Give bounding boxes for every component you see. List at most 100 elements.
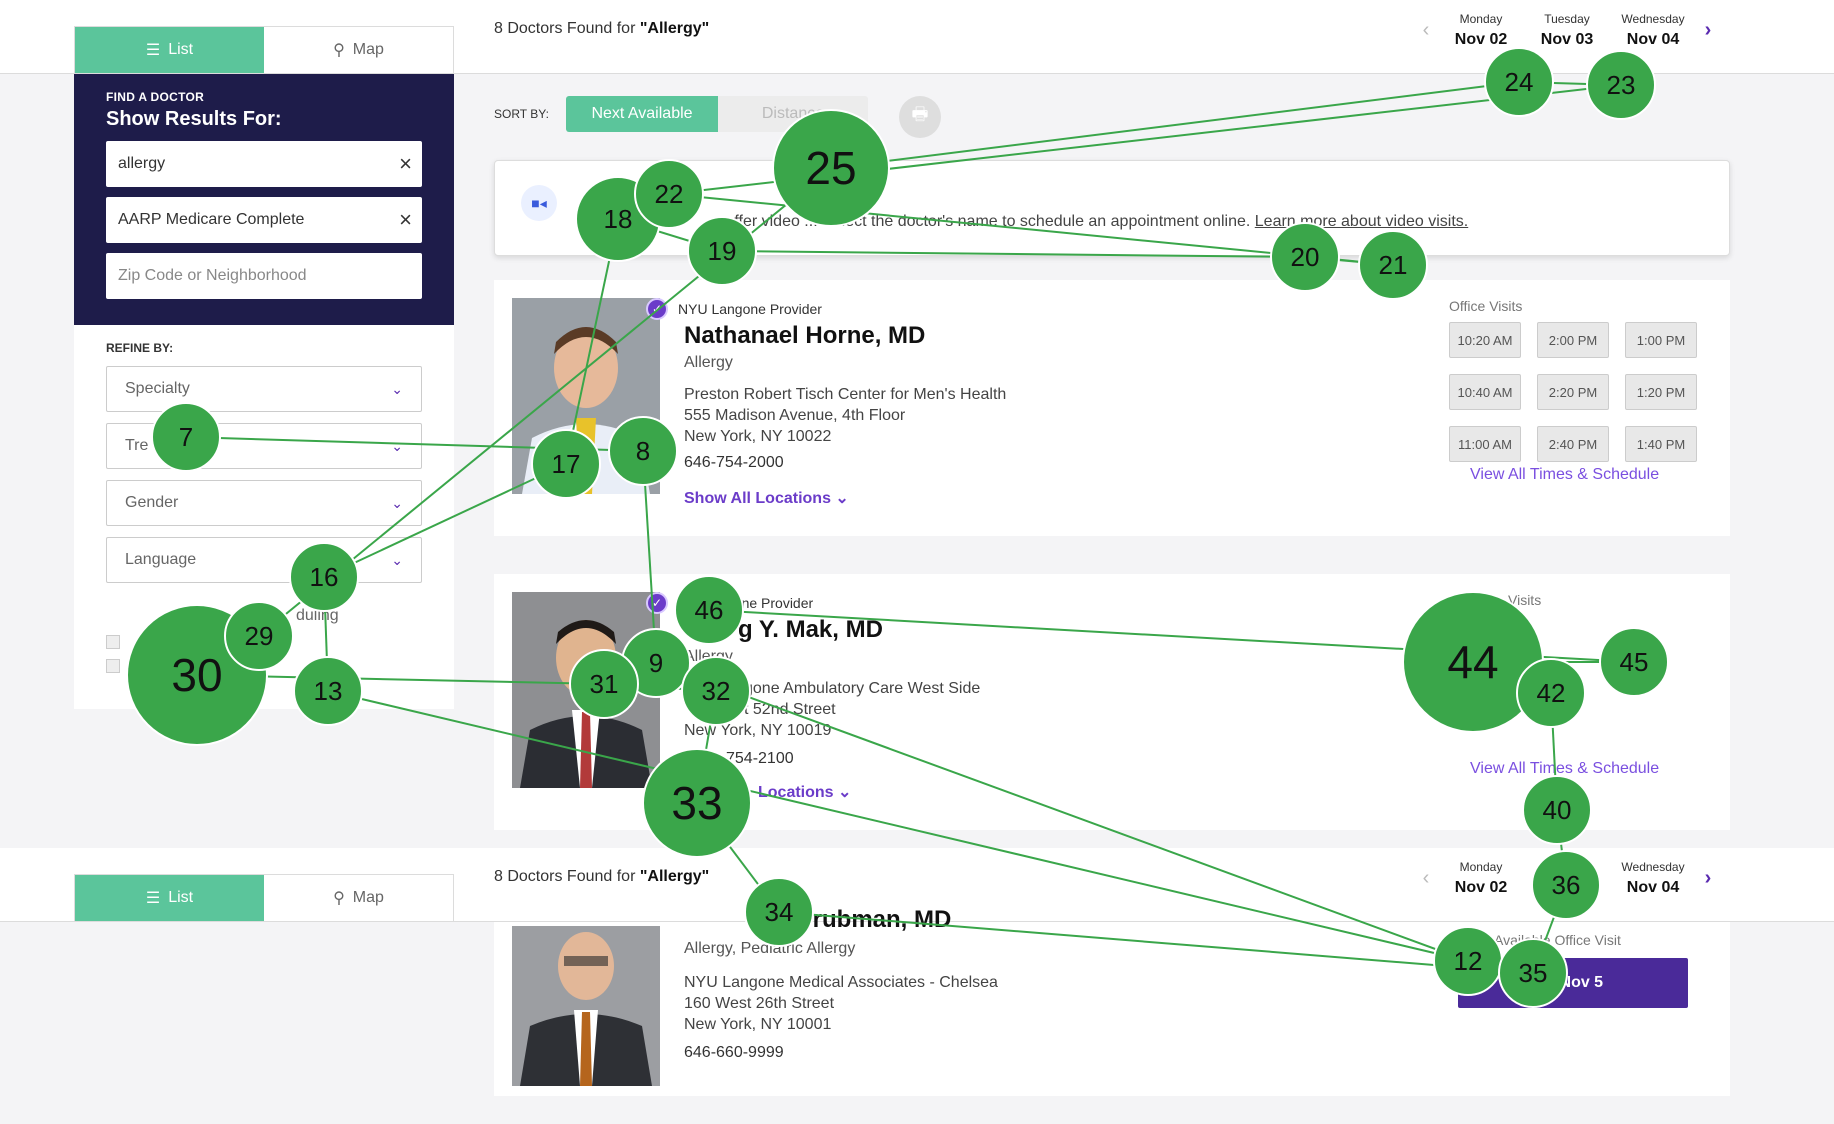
doctor-specialty: Allergy [684, 648, 733, 665]
insurance-field[interactable]: AARP Medicare Complete × [106, 197, 422, 243]
view-tabs: ☰ List ⚲ Map [74, 26, 454, 74]
sort-distance[interactable]: Distance [718, 96, 868, 132]
gaze-path [1518, 81, 1622, 86]
filter-language[interactable]: Language ⌄ [106, 537, 422, 583]
tab-list-label: List [168, 41, 194, 58]
doctor-card: ✓ gone Provider g Y. Mak, MD Allergy gone… [494, 574, 1730, 830]
doctor-photo [512, 592, 660, 788]
map-pin-icon: ⚲ [333, 890, 345, 907]
day-tuesday[interactable]: Tuesday Nov 03 [1524, 12, 1610, 49]
refine-label: REFINE BY: [106, 341, 174, 355]
chevron-down-icon: ⌄ [835, 490, 849, 507]
video-scheduling-label: duling [296, 607, 339, 624]
day-wednesday[interactable]: Wednesday Nov 04 [1610, 860, 1696, 897]
time-slot[interactable]: 1:00 PM [1625, 322, 1697, 358]
time-slots: 10:20 AM 2:00 PM 1:00 PM 10:40 AM 2:20 P… [1449, 322, 1697, 462]
filter-checkbox[interactable] [106, 635, 120, 649]
tab-list-label: List [168, 889, 194, 906]
tab-map-label: Map [352, 889, 384, 906]
doctor-name-link[interactable]: Grubman, MD [794, 906, 951, 934]
gaze-fixation-number: 23 [1607, 70, 1636, 100]
prev-day-icon[interactable]: ‹ [1414, 19, 1438, 42]
day-tuesday[interactable] [1524, 876, 1610, 881]
day-navigator: ‹ Monday Nov 02 Tuesday Nov 03 Wednesday No… [1414, 12, 1720, 49]
verified-badge-icon: ✓ [646, 592, 668, 614]
view-tabs: ☰ List ⚲ Map [74, 874, 454, 922]
verified-badge-icon: ✓ [646, 298, 668, 320]
next-day-icon[interactable]: › [1696, 19, 1720, 42]
chevron-down-icon: ⌄ [391, 437, 403, 454]
prev-day-icon[interactable]: ‹ [1414, 867, 1438, 890]
day-monday[interactable]: Monday Nov 02 [1438, 860, 1524, 897]
office-visits-label: Visits [1508, 592, 1542, 608]
doctor-phone[interactable]: 646-660-9999 [684, 1044, 784, 1062]
show-all-locations-link[interactable]: Show All Locations ⌄ [684, 488, 849, 508]
filter-specialty[interactable]: Specialty ⌄ [106, 366, 422, 412]
time-slot[interactable]: 1:20 PM [1625, 374, 1697, 410]
learn-more-video-link[interactable]: Learn more about video visits. [1255, 213, 1468, 230]
view-all-times-link[interactable]: View All Times & Schedule [1470, 760, 1659, 778]
list-icon: ☰ [145, 890, 161, 907]
tab-map[interactable]: ⚲ Map [264, 875, 453, 921]
time-slot[interactable]: 10:40 AM [1449, 374, 1521, 410]
day-navigator: ‹ Monday Nov 02 Wednesday Nov 04 › [1414, 860, 1720, 897]
refine-panel: REFINE BY: Specialty ⌄ Tre ⌄ Gender ⌄ Langu… [74, 325, 454, 709]
filter-checkbox[interactable] [106, 659, 120, 673]
chevron-down-icon: ⌄ [391, 551, 403, 568]
tab-list[interactable]: ☰ List [75, 27, 264, 73]
doctor-specialty: Allergy, Pediatric Allergy [684, 940, 856, 957]
finder-small-title: FIND A DOCTOR [106, 90, 205, 104]
day-monday[interactable]: Monday Nov 02 [1438, 12, 1524, 49]
video-camera-icon: ■◂ [521, 185, 557, 221]
provider-tag: ✓ gone Provider [646, 592, 813, 614]
doctor-specialty: Allergy [684, 354, 733, 371]
available-visit-label: Available Office Visit [1494, 932, 1621, 948]
zip-field[interactable]: Zip Code or Neighborhood [106, 253, 422, 299]
time-slot[interactable]: 2:20 PM [1537, 374, 1609, 410]
video-banner-text: ...ffer video ... Select the doctor's na… [721, 213, 1469, 230]
chevron-down-icon: ⌄ [391, 380, 403, 397]
provider-tag: ✓ NYU Langone Provider [646, 298, 822, 320]
doctor-address: NYU Langone Medical Associates - Chelsea… [684, 974, 998, 1033]
doctor-name-link[interactable]: g Y. Mak, MD [738, 616, 883, 644]
doctor-phone[interactable]: 754-2100 [726, 750, 794, 768]
filter-treatment[interactable]: Tre ⌄ [106, 423, 422, 469]
clear-insurance-icon[interactable]: × [399, 207, 412, 233]
time-slot[interactable]: 2:00 PM [1537, 322, 1609, 358]
sort-toggle: Next Available Distance [566, 96, 868, 132]
doctor-photo [512, 298, 660, 494]
list-icon: ☰ [145, 42, 161, 59]
doctor-phone[interactable]: 646-754-2000 [684, 454, 784, 472]
doctor-photo [512, 926, 660, 1086]
sort-label: SORT BY: [494, 107, 549, 121]
time-slot[interactable]: 2:40 PM [1537, 426, 1609, 462]
video-visits-banner: ■◂ vailable ...ffer video ... Select the… [494, 160, 1730, 256]
video-banner-title: vailable [811, 187, 870, 204]
next-day-icon[interactable]: › [1696, 867, 1720, 890]
results-count: 8 Doctors Found for "Allergy" [494, 868, 710, 885]
doctor-address: gone Ambulatory Care West Side t 52nd Str… [684, 680, 981, 739]
filter-gender[interactable]: Gender ⌄ [106, 480, 422, 526]
results-count: 8 Doctors Found for "Allergy" [494, 20, 710, 37]
time-slot[interactable]: 11:00 AM [1449, 426, 1521, 462]
chevron-down-icon: ⌄ [391, 494, 403, 511]
print-icon[interactable]: 🖶 [899, 96, 941, 138]
doctor-name-link[interactable]: Nathanael Horne, MD [684, 322, 925, 350]
sort-next-available[interactable]: Next Available [566, 96, 718, 132]
doctor-address: Preston Robert Tisch Center for Men's He… [684, 386, 1007, 445]
day-wednesday[interactable]: Wednesday Nov 04 [1610, 12, 1696, 49]
time-slot[interactable]: 1:40 PM [1625, 426, 1697, 462]
finder-big-title: Show Results For: [106, 108, 282, 130]
view-all-times-link[interactable]: View All Times & Schedule [1470, 466, 1659, 484]
gaze-path [1304, 256, 1394, 266]
show-all-locations-link[interactable]: Locations ⌄ [758, 782, 851, 802]
tab-map[interactable]: ⚲ Map [264, 27, 453, 73]
clear-query-icon[interactable]: × [399, 151, 412, 177]
next-appointment-button[interactable]: y, Nov 5 [1458, 958, 1688, 1008]
chevron-down-icon: ⌄ [838, 784, 852, 801]
time-slot[interactable]: 10:20 AM [1449, 322, 1521, 358]
search-query-field[interactable]: allergy × [106, 141, 422, 187]
doctor-card: ✓ NYU Langone Provider Nathanael Horne, M… [494, 280, 1730, 536]
doctor-card: Grubman, MD Allergy, Pediatric Allergy N… [494, 906, 1730, 1096]
tab-list[interactable]: ☰ List [75, 875, 264, 921]
